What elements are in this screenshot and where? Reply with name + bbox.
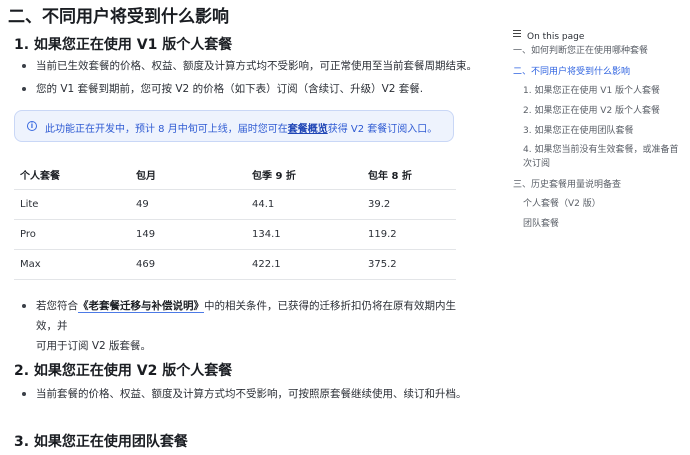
migration-doc-link[interactable]: 《老套餐迁移与补偿说明》 xyxy=(78,300,204,313)
menu-icon xyxy=(513,28,521,39)
table-cell: 149 xyxy=(130,219,246,250)
info-notice: i 此功能正在开发中，预计 8 月中旬可上线，届时您可在套餐概览获得 V2 套餐… xyxy=(14,110,454,142)
table-cell: 375.2 xyxy=(362,249,456,280)
table-cell: 39.2 xyxy=(362,189,456,220)
table-header-row: 个人套餐 包月 包季 9 折 包年 8 折 xyxy=(14,159,456,190)
table-header: 包年 8 折 xyxy=(362,159,456,190)
table-cell: Pro xyxy=(14,219,130,250)
pricing-table: 个人套餐 包月 包季 9 折 包年 8 折 Lite 49 44.1 39.2 … xyxy=(14,159,456,280)
subsection-title-v1: 1. 如果您正在使用 V1 版个人套餐 xyxy=(14,37,233,53)
table-cell: 49 xyxy=(130,189,246,220)
list-item: 当前套餐的价格、权益、额度及计算方式均不受影响，可按照原套餐继续使用、续订和升档… xyxy=(22,384,467,404)
bullet-dot xyxy=(22,392,26,396)
toc-item-new-subscription-cont[interactable]: 次订阅 xyxy=(523,157,550,171)
table-cell: 422.1 xyxy=(246,249,362,280)
bullet-dot xyxy=(22,64,26,68)
toc-item-personal-v2[interactable]: 个人套餐（V2 版） xyxy=(523,197,601,211)
toc-title: On this page xyxy=(513,28,584,42)
table-header: 包月 xyxy=(130,159,246,190)
toc-item-new-subscription[interactable]: 4. 如果您当前没有生效套餐，或准备首 xyxy=(523,143,678,157)
toc-item-history[interactable]: 三、历史套餐用量说明备查 xyxy=(513,178,621,192)
subsection-title-v2: 2. 如果您正在使用 V2 版个人套餐 xyxy=(14,363,233,379)
plan-overview-link[interactable]: 套餐概览 xyxy=(288,124,328,135)
toc-item-impact[interactable]: 二、不同用户将受到什么影响 xyxy=(513,65,630,79)
table-cell: 134.1 xyxy=(246,219,362,250)
bullet-dot xyxy=(22,304,26,308)
table-cell: Max xyxy=(14,249,130,280)
table-cell: Lite xyxy=(14,189,130,220)
list-item: 您的 V1 套餐到期前，您可按 V2 的价格（如下表）订阅（含续订、升级）V2 … xyxy=(22,79,423,99)
table-cell: 44.1 xyxy=(246,189,362,220)
info-icon: i xyxy=(27,121,37,131)
list-item: 当前已生效套餐的价格、权益、额度及计算方式均不受影响，可正常使用至当前套餐周期结… xyxy=(22,56,477,76)
table-header: 包季 9 折 xyxy=(246,159,362,190)
table-cell: 469 xyxy=(130,249,246,280)
bullet-dot xyxy=(22,87,26,91)
toc-item-v2[interactable]: 2. 如果您正在使用 V2 版个人套餐 xyxy=(523,104,660,118)
toc-item-team-plan[interactable]: 团队套餐 xyxy=(523,217,559,231)
table-row: Max 469 422.1 375.2 xyxy=(14,249,456,280)
toc-item-how-to-check[interactable]: 一、如何判断您正在使用哪种套餐 xyxy=(513,44,648,58)
toc-item-v1[interactable]: 1. 如果您正在使用 V1 版个人套餐 xyxy=(523,84,660,98)
toc-item-team[interactable]: 3. 如果您正在使用团队套餐 xyxy=(523,124,633,138)
table-row: Pro 149 134.1 119.2 xyxy=(14,219,456,250)
table-header: 个人套餐 xyxy=(14,159,130,190)
section-heading: 二、不同用户将受到什么影响 xyxy=(8,7,229,27)
table-cell: 119.2 xyxy=(362,219,456,250)
table-row: Lite 49 44.1 39.2 xyxy=(14,189,456,220)
subsection-title-team: 3. 如果您正在使用团队套餐 xyxy=(14,434,188,450)
list-item: 若您符合《老套餐迁移与补偿说明》中的相关条件，已获得的迁移折扣仍将在原有效期内生… xyxy=(22,296,462,356)
